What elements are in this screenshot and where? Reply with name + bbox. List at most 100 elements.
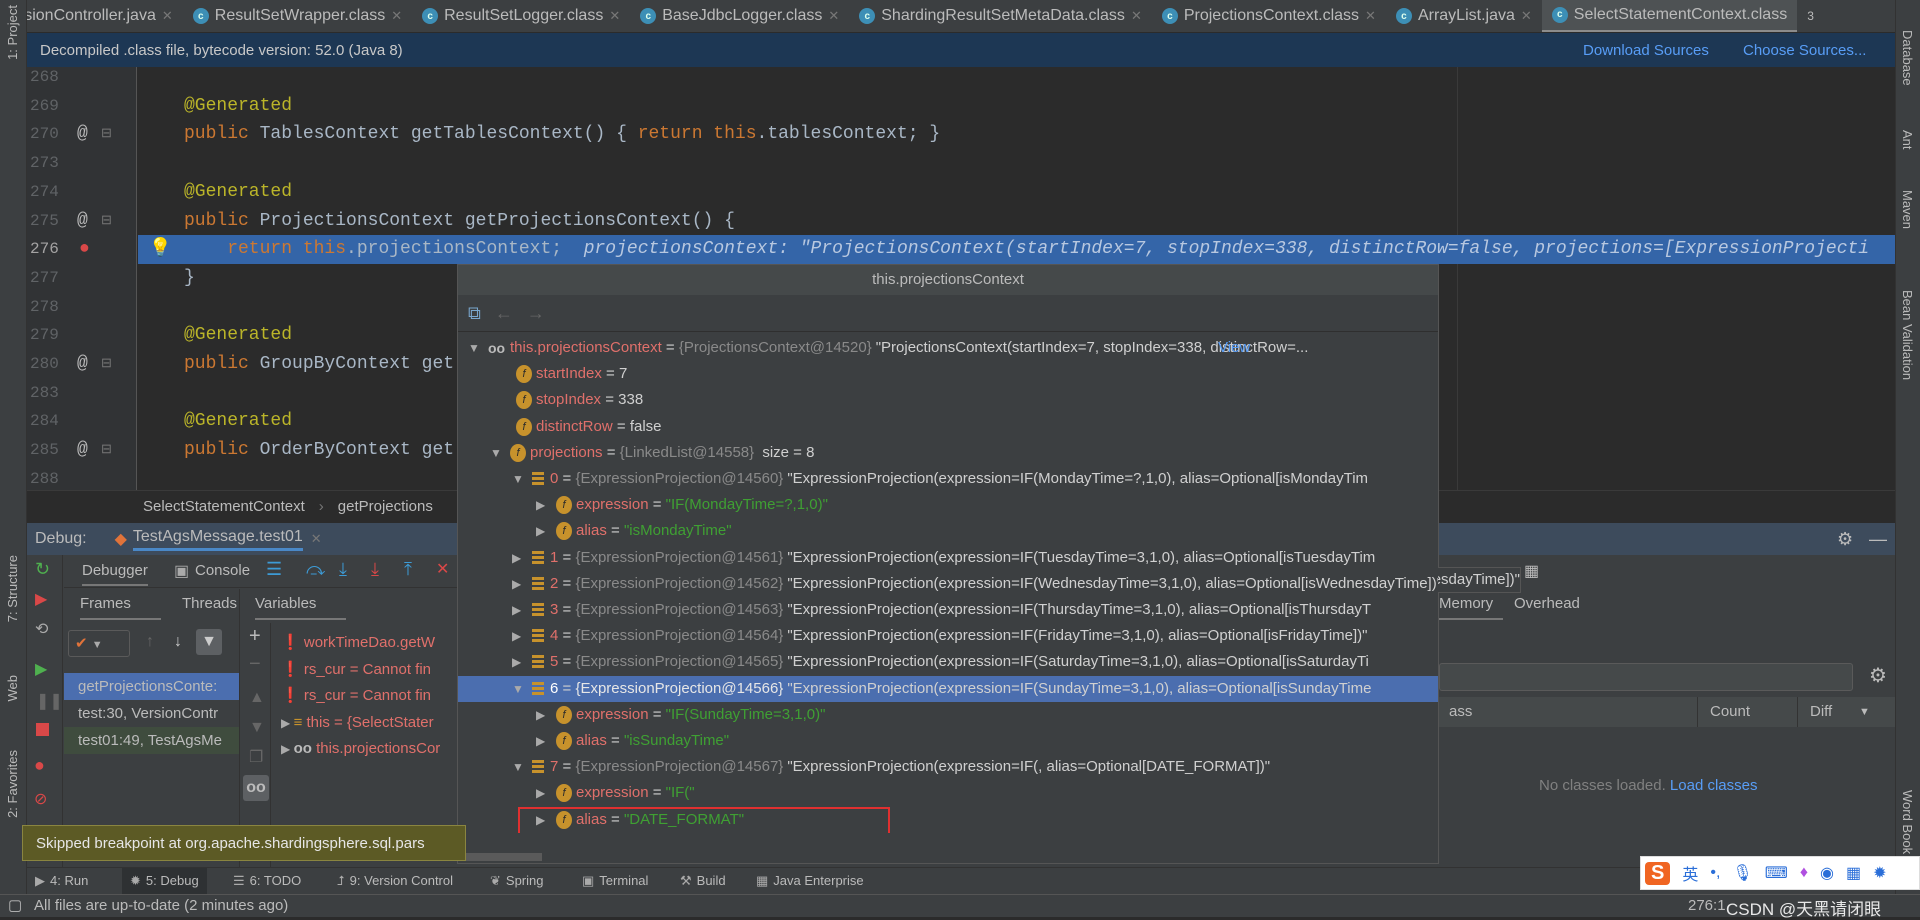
apps-icon[interactable]: ▦ — [1846, 863, 1861, 883]
tab-console[interactable]: Console — [195, 562, 250, 579]
left-tool-button[interactable]: 1: Project — [5, 5, 20, 60]
step-out-icon[interactable]: ⤒ — [404, 559, 412, 580]
breadcrumb-class[interactable]: SelectStatementContext — [143, 498, 305, 515]
expand-arrow-icon[interactable]: ▶ — [536, 702, 545, 728]
gear-icon[interactable]: ⚙ — [1837, 529, 1853, 550]
step-into-icon[interactable]: ⤓ — [339, 559, 347, 580]
rerun-failed-icon[interactable]: ▶ — [35, 589, 47, 609]
tree-row[interactable]: ▶ 4 = {ExpressionProjection@14564} "Expres… — [458, 623, 1438, 649]
editor-tab[interactable]: c BaseJdbcLogger.class ✕ — [630, 0, 849, 32]
tab-debugger[interactable]: Debugger — [82, 562, 148, 586]
arrow-up-icon[interactable]: ↑ — [146, 633, 154, 651]
tree-row[interactable]: ▼ f projections = {LinkedList@14558} size … — [458, 440, 1438, 466]
class-search-input[interactable] — [1439, 663, 1853, 691]
annotation-marker-icon[interactable]: @ — [77, 207, 88, 236]
expand-arrow-icon[interactable]: ▶ — [512, 597, 521, 623]
tree-row[interactable]: ▼ 7 = {ExpressionProjection@14567} "Expres… — [458, 754, 1438, 780]
tree-row[interactable]: ▶ f alias = "isSundayTime" — [458, 728, 1438, 754]
expand-arrow-icon[interactable]: ▶ — [536, 728, 545, 754]
expand-arrow-icon[interactable]: ▶ — [536, 492, 545, 518]
arrow-down-icon[interactable]: ↓ — [174, 633, 182, 651]
show-watches-icon[interactable]: oo — [243, 775, 269, 801]
tree-row[interactable]: ▶ 2 = {ExpressionProjection@14562} "Expres… — [458, 571, 1438, 597]
gear-icon[interactable]: ⚙ — [1869, 663, 1887, 688]
rerun-icon[interactable]: ↻ — [35, 559, 50, 580]
column-class[interactable]: ass — [1449, 697, 1472, 727]
filter-icon[interactable]: ▼ — [196, 629, 222, 655]
duplicate-icon[interactable]: ❐ — [249, 747, 263, 767]
horizontal-scrollbar[interactable] — [462, 853, 542, 861]
stack-frame[interactable]: test:30, VersionContr — [64, 700, 239, 727]
annotation-marker-icon[interactable]: @ — [77, 350, 88, 379]
close-icon[interactable]: ✕ — [311, 531, 322, 547]
ime-language[interactable]: 英 — [1682, 861, 1698, 885]
stop-icon[interactable] — [36, 723, 49, 736]
variable-item[interactable]: ▶ oo this.projectionsCor — [281, 736, 440, 762]
close-tab-icon[interactable]: ✕ — [162, 8, 173, 24]
tool-window-button[interactable]: ✹ 5: Debug — [122, 868, 207, 895]
tree-row[interactable]: ▶ 3 = {ExpressionProjection@14563} "Expres… — [458, 597, 1438, 623]
view-link[interactable]: View — [1218, 335, 1250, 361]
editor-tab[interactable]: ersionController.java ✕ — [0, 0, 183, 32]
ime-punctuation[interactable]: •, — [1710, 864, 1720, 882]
editor-tab[interactable]: c ShardingResultSetMetaData.class ✕ — [849, 0, 1152, 32]
right-tool-button[interactable]: Ant — [1900, 130, 1915, 150]
tab-memory[interactable]: Memory — [1439, 595, 1504, 620]
assistant-icon[interactable]: ✹ — [1873, 863, 1886, 883]
debug-session-tab[interactable]: TestAgsMessage.test01 — [132, 528, 303, 551]
column-diff[interactable]: Diff — [1797, 697, 1832, 727]
right-tool-button[interactable]: Word Book — [1900, 790, 1915, 854]
skin-icon[interactable]: ♦ — [1800, 864, 1808, 882]
view-breakpoints-icon[interactable]: ● — [34, 755, 45, 776]
drop-frame-icon[interactable]: ✕ — [436, 559, 449, 579]
tree-row[interactable]: ▼ oo this.projectionsContext = {Projection… — [458, 335, 1438, 361]
expand-arrow-icon[interactable]: ▶ — [281, 716, 294, 730]
column-count[interactable]: Count — [1697, 697, 1750, 727]
tool-window-button[interactable]: ☰ 6: TODO — [233, 873, 301, 889]
tab-frames[interactable]: Frames — [80, 595, 161, 620]
force-step-into-icon[interactable]: ⤓ — [371, 559, 379, 580]
step-over-icon[interactable]: ⤼ — [306, 559, 325, 580]
pause-icon[interactable]: ❚❚ — [36, 691, 63, 711]
collapse-arrow-icon[interactable]: ▼ — [512, 466, 524, 492]
lightbulb-icon[interactable]: 💡 — [149, 235, 171, 264]
fold-icon[interactable]: ⊟ — [101, 350, 112, 379]
expand-arrow-icon[interactable]: ▶ — [512, 623, 521, 649]
minimize-icon[interactable]: — — [1869, 529, 1887, 550]
right-tool-button[interactable]: Database — [1900, 30, 1915, 86]
tree-row[interactable]: f distinctRow = false — [458, 414, 1438, 440]
right-tool-button[interactable]: Maven — [1900, 190, 1915, 229]
download-sources-link[interactable]: Download Sources — [1583, 42, 1709, 59]
editor-tab[interactable]: c ResultSetLogger.class ✕ — [412, 0, 630, 32]
close-tab-icon[interactable]: ✕ — [1131, 8, 1142, 24]
expand-arrow-icon[interactable]: ▶ — [281, 742, 294, 756]
left-tool-button[interactable]: 2: Favorites — [5, 750, 20, 818]
annotation-marker-icon[interactable]: @ — [77, 120, 88, 149]
expand-arrow-icon[interactable]: ▶ — [536, 518, 545, 544]
annotation-marker-icon[interactable]: @ — [77, 436, 88, 465]
right-tool-button[interactable]: Bean Validation — [1900, 290, 1915, 380]
tree-row[interactable]: ▶ f expression = "IF(" — [458, 780, 1438, 806]
tree-row[interactable]: ▶ 5 = {ExpressionProjection@14565} "Expres… — [458, 649, 1438, 675]
close-tab-icon[interactable]: ✕ — [391, 8, 402, 24]
variable-item[interactable]: ❗ workTimeDao.getW — [281, 630, 435, 656]
close-tab-icon[interactable]: ✕ — [1521, 8, 1532, 24]
thread-selector[interactable]: ✔ ▼ — [68, 630, 130, 657]
tool-window-button[interactable]: ⮥ 9: Version Control — [337, 873, 453, 889]
restore-layout-icon[interactable]: ⟲ — [35, 619, 48, 639]
game-icon[interactable]: ◉ — [1820, 863, 1834, 883]
keyboard-icon[interactable]: ⌨ — [1765, 863, 1788, 883]
menu-icon[interactable]: ☰ — [266, 559, 282, 580]
load-classes-link[interactable]: Load classes — [1670, 777, 1758, 794]
tool-window-button[interactable]: ▶ 4: Run — [35, 873, 88, 889]
tree-row[interactable]: ▼ 0 = {ExpressionProjection@14560} "Expres… — [458, 466, 1438, 492]
tree-row[interactable]: ▶ f expression = "IF(MondayTime=?,1,0)" — [458, 492, 1438, 518]
expand-arrow-icon[interactable]: ▶ — [536, 780, 545, 806]
tool-window-button[interactable]: ⚒ Build — [680, 873, 726, 889]
collapse-arrow-icon[interactable]: ▼ — [468, 335, 480, 361]
resume-icon[interactable]: ▶ — [35, 659, 47, 679]
expand-arrow-icon[interactable]: ▶ — [512, 649, 521, 675]
expand-arrow-icon[interactable]: ▶ — [512, 571, 521, 597]
tab-overhead[interactable]: Overhead — [1514, 595, 1580, 612]
tool-window-button[interactable]: ❦ Spring — [490, 873, 543, 889]
